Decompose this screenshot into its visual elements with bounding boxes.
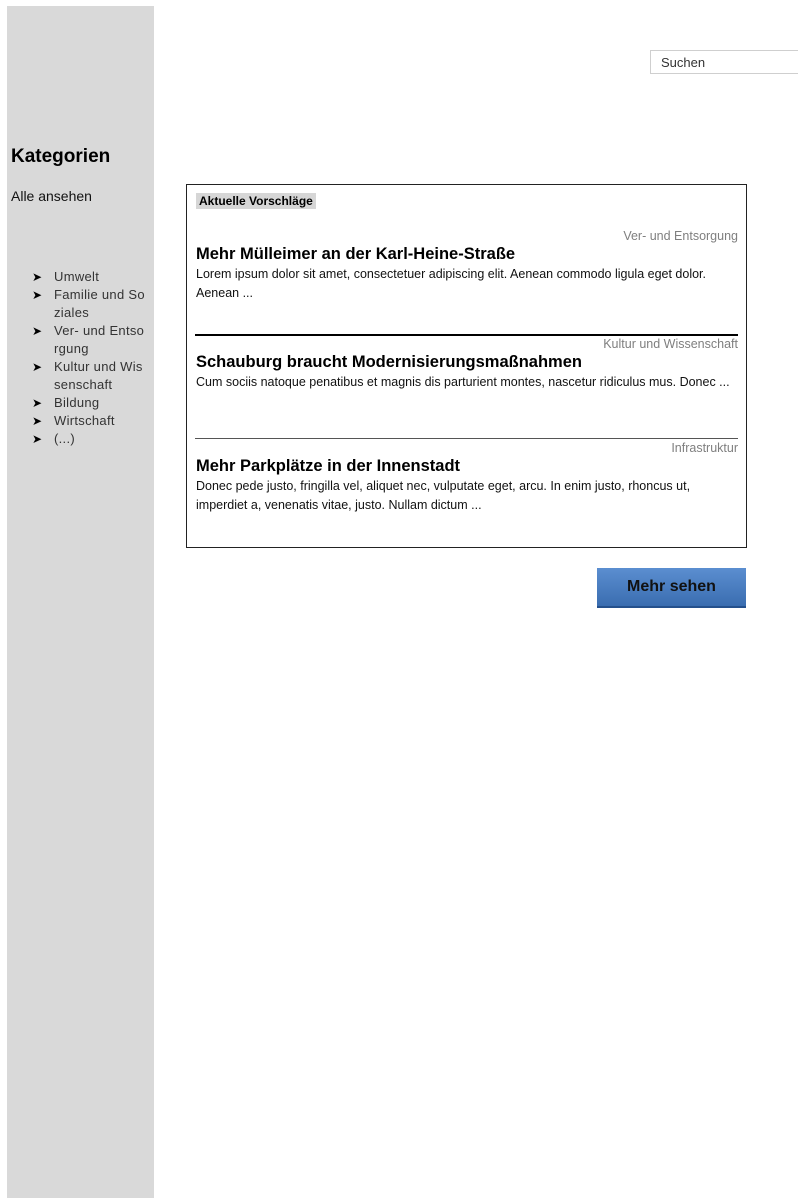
category-item-ver-und-entsorgung[interactable]: ➤ Ver- und Entsorgung	[30, 322, 154, 358]
category-label: (...)	[54, 431, 75, 446]
proposal-card[interactable]: Ver- und Entsorgung Mehr Mülleimer an de…	[196, 229, 738, 303]
category-label: Kultur und Wissenschaft	[54, 359, 143, 392]
search-input[interactable]	[650, 50, 798, 74]
bullet-arrow-icon: ➤	[32, 270, 43, 284]
bullet-arrow-icon: ➤	[32, 360, 43, 374]
proposal-title[interactable]: Mehr Parkplätze in der Innenstadt	[196, 457, 738, 476]
sidebar	[7, 6, 154, 1198]
proposal-category: Kultur und Wissenschaft	[603, 337, 738, 351]
category-item-wirtschaft[interactable]: ➤ Wirtschaft	[30, 412, 154, 430]
proposal-card[interactable]: Kultur und Wissenschaft Schauburg brauch…	[196, 337, 738, 392]
see-more-button[interactable]: Mehr sehen	[597, 568, 746, 608]
bullet-arrow-icon: ➤	[32, 288, 43, 302]
panel-heading: Aktuelle Vorschläge	[196, 193, 316, 209]
category-item-umwelt[interactable]: ➤ Umwelt	[30, 268, 154, 286]
category-list: ➤ Umwelt ➤ Familie und Soziales ➤ Ver- u…	[30, 268, 154, 448]
proposal-title[interactable]: Mehr Mülleimer an der Karl-Heine-Straße	[196, 245, 738, 264]
bullet-arrow-icon: ➤	[32, 396, 43, 410]
see-all-link[interactable]: Alle ansehen	[11, 188, 92, 204]
category-label: Ver- und Entsorgung	[54, 323, 145, 356]
proposal-card[interactable]: Infrastruktur Mehr Parkplätze in der Inn…	[196, 441, 738, 515]
proposal-excerpt: Cum sociis natoque penatibus et magnis d…	[196, 375, 730, 389]
category-label: Wirtschaft	[54, 413, 115, 428]
bullet-arrow-icon: ➤	[32, 414, 43, 428]
bullet-arrow-icon: ➤	[32, 324, 43, 338]
proposal-title[interactable]: Schauburg braucht Modernisierungsmaßnahm…	[196, 353, 738, 372]
categories-heading: Kategorien	[11, 146, 111, 167]
bullet-arrow-icon: ➤	[32, 432, 43, 446]
category-item-familie-und-soziales[interactable]: ➤ Familie und Soziales	[30, 286, 154, 322]
category-label: Umwelt	[54, 269, 100, 284]
proposals-panel: Aktuelle Vorschläge Ver- und Entsorgung …	[186, 184, 747, 548]
category-item-bildung[interactable]: ➤ Bildung	[30, 394, 154, 412]
category-label: Bildung	[54, 395, 100, 410]
proposal-excerpt: Lorem ipsum dolor sit amet, consectetuer…	[196, 267, 707, 300]
category-item-more[interactable]: ➤ (...)	[30, 430, 154, 448]
proposal-category: Ver- und Entsorgung	[623, 229, 738, 243]
divider	[195, 334, 738, 336]
category-item-kultur-und-wissenschaft[interactable]: ➤ Kultur und Wissenschaft	[30, 358, 154, 394]
proposal-excerpt: Donec pede justo, fringilla vel, aliquet…	[196, 479, 691, 512]
divider	[195, 438, 738, 439]
proposal-category: Infrastruktur	[671, 441, 738, 455]
category-label: Familie und Soziales	[54, 287, 145, 320]
